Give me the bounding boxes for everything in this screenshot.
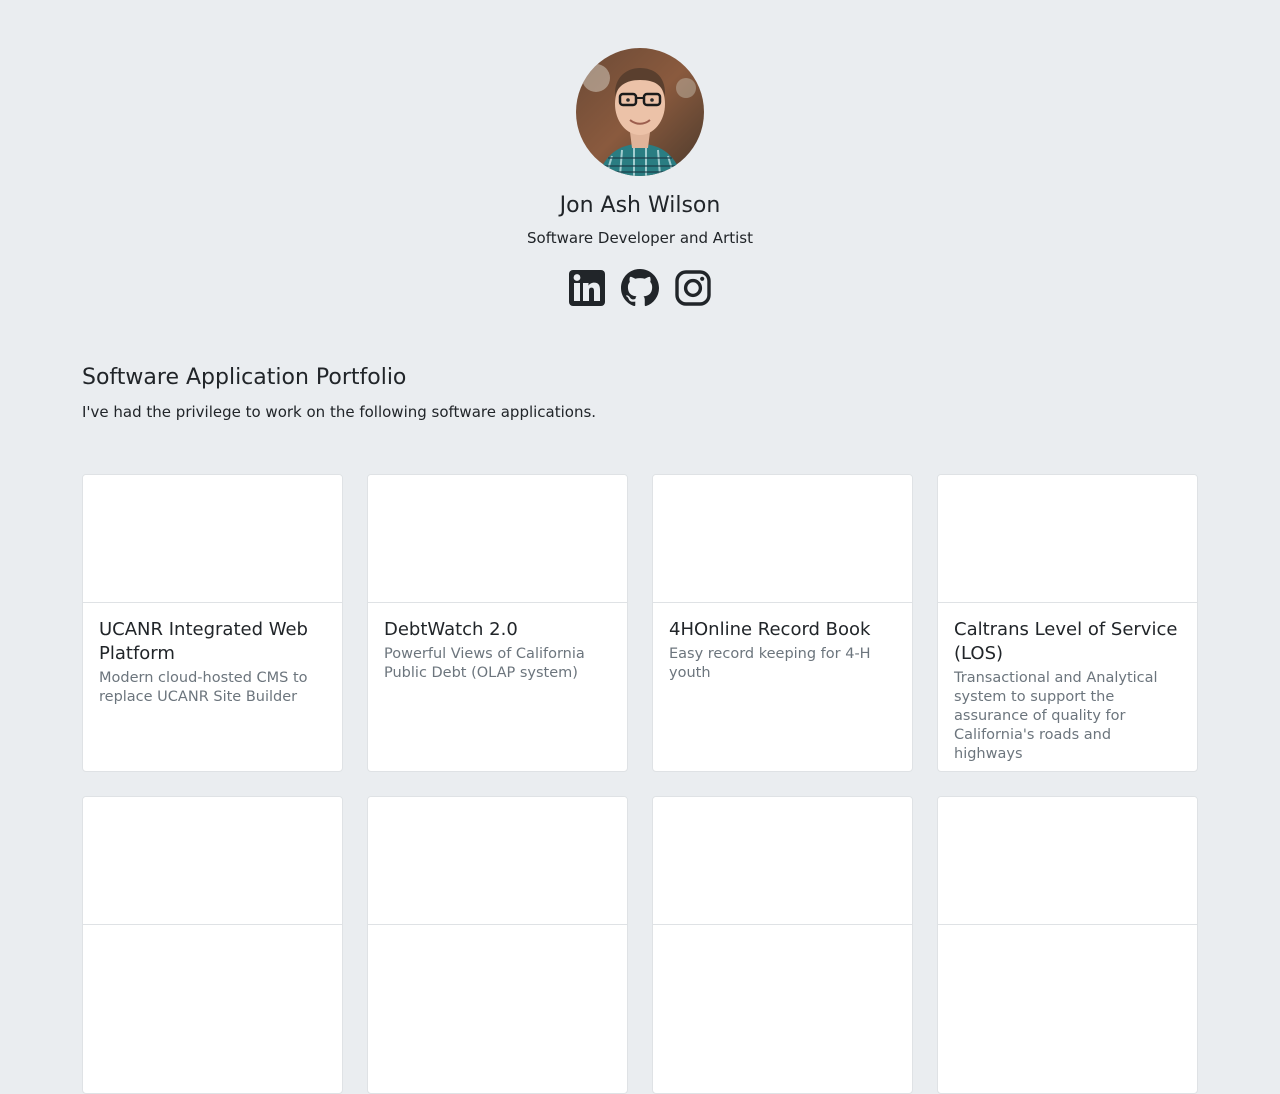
card-image	[83, 475, 342, 603]
portfolio-cards: UCANR Integrated Web Platform Modern clo…	[82, 474, 1198, 1094]
portfolio-title: Software Application Portfolio	[82, 365, 407, 390]
card-body	[83, 925, 342, 959]
profile-name: Jon Ash Wilson	[559, 193, 721, 218]
card-body: Caltrans Level of Service (LOS) Transact…	[938, 603, 1197, 771]
card-image	[83, 797, 342, 925]
card-description: Transactional and Analytical system to s…	[954, 670, 1158, 762]
card-title: 4HOnline Record Book	[669, 619, 871, 640]
card-body	[368, 925, 627, 959]
card-body: UCANR Integrated Web Platform Modern clo…	[83, 603, 342, 723]
portfolio-card[interactable]: 4HOnline Record Book Easy record keeping…	[652, 474, 913, 772]
portfolio-intro: I've had the privilege to work on the fo…	[82, 403, 597, 421]
portfolio-card[interactable]: UCANR Integrated Web Platform Modern clo…	[82, 474, 343, 772]
portfolio-card[interactable]: Caltrans Level of Service (LOS) Transact…	[937, 474, 1198, 772]
card-body: DebtWatch 2.0 Powerful Views of Californ…	[368, 603, 627, 699]
portrait-photo-icon	[576, 48, 704, 176]
card-image	[368, 475, 627, 603]
avatar	[576, 48, 704, 176]
portfolio-card[interactable]	[652, 796, 913, 1094]
instagram-icon	[675, 270, 711, 306]
card-title: DebtWatch 2.0	[384, 619, 518, 640]
card-description: Modern cloud-hosted CMS to replace UCANR…	[99, 670, 308, 705]
social-links	[568, 269, 712, 307]
card-description: Easy record keeping for 4-H youth	[669, 646, 871, 681]
portfolio-card[interactable]	[82, 796, 343, 1094]
profile-tagline: Software Developer and Artist	[527, 229, 753, 247]
card-image	[938, 475, 1197, 603]
github-link[interactable]	[621, 269, 659, 307]
card-body	[653, 925, 912, 959]
linkedin-icon	[569, 270, 605, 306]
instagram-link[interactable]	[674, 269, 712, 307]
portfolio-card[interactable]	[367, 796, 628, 1094]
linkedin-link[interactable]	[568, 269, 606, 307]
card-body	[938, 925, 1197, 959]
github-icon	[621, 269, 659, 307]
card-title: UCANR Integrated Web Platform	[99, 619, 308, 664]
card-image	[368, 797, 627, 925]
card-image	[653, 475, 912, 603]
profile-header: Jon Ash Wilson Software Developer and Ar…	[0, 48, 1280, 307]
portfolio-card[interactable]	[937, 796, 1198, 1094]
card-body: 4HOnline Record Book Easy record keeping…	[653, 603, 912, 699]
card-image	[938, 797, 1197, 925]
portfolio-card[interactable]: DebtWatch 2.0 Powerful Views of Californ…	[367, 474, 628, 772]
card-image	[653, 797, 912, 925]
card-description: Powerful Views of California Public Debt…	[384, 646, 585, 681]
portfolio-section: Software Application Portfolio I've had …	[82, 362, 1198, 1094]
card-title: Caltrans Level of Service (LOS)	[954, 619, 1178, 664]
